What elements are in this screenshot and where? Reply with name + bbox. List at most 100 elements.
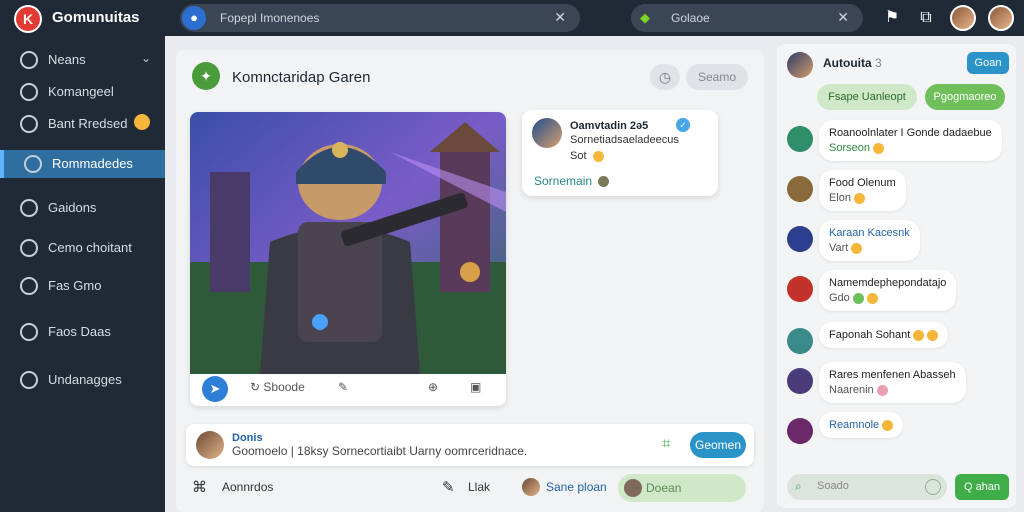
chevron-down-icon[interactable]: ⌄	[141, 51, 151, 65]
message-meta-text: Gdo	[829, 292, 850, 304]
share-action[interactable]: ↻ Sboode	[250, 380, 305, 394]
camera-icon[interactable]: ⌘	[192, 478, 207, 496]
post-actions: ➤ ↻ Sboode ✎ ⊕ ▣	[190, 374, 506, 406]
sidebar-item-label: Neans	[48, 52, 86, 67]
header-button[interactable]: Seamo	[686, 64, 748, 90]
share-icon[interactable]: ⧉	[914, 6, 938, 30]
user-avatar[interactable]	[950, 5, 976, 31]
message-meta: Sorseon	[829, 142, 992, 154]
message-text-content: Reamnole	[829, 419, 880, 431]
chat-input[interactable]: ⌕ Soado	[787, 474, 947, 500]
main-panel: ✦ Komnctaridap Garen ◷ Seamo ➤ ↻ Sboode …	[176, 50, 764, 512]
emoji-icon	[854, 192, 866, 204]
message-bubble: Roanoolnlater I Gonde dadaebue Sorseon	[819, 120, 1002, 161]
emoji-picker-icon[interactable]	[925, 479, 941, 495]
avatar	[522, 478, 540, 496]
chat-top-button[interactable]: Goan	[967, 52, 1009, 74]
bottom-left-label[interactable]: Aonnrdos	[222, 480, 273, 494]
notifications-icon[interactable]: ⚑	[880, 6, 904, 30]
avatar	[787, 126, 813, 152]
avatar	[196, 431, 224, 459]
sidebar-item-label: Gaidons	[48, 200, 97, 215]
avatar	[787, 176, 813, 202]
sidebar-item-bant-rredsed[interactable]: Bant Rredsed	[0, 110, 165, 138]
profile-avatar[interactable]	[988, 5, 1014, 31]
comment-meta: Sot	[570, 150, 604, 162]
leaf-icon	[20, 51, 38, 69]
feed-icon	[20, 83, 38, 101]
like-label[interactable]: Llak	[468, 480, 490, 494]
sidebar-item-undanagges[interactable]: Undanagges	[0, 366, 165, 394]
clock-icon[interactable]: ◷	[650, 64, 680, 90]
clear-search-icon[interactable]: ✕	[554, 9, 566, 26]
chat-panel: Autouita 3 Goan Fsape Uanleopt Pgogmaore…	[777, 44, 1016, 508]
status-pill[interactable]: Doean	[618, 474, 746, 502]
message-bubble: Namemdephepondatajo Gdo	[819, 270, 957, 311]
message-text: Faponah Sohant	[829, 329, 939, 341]
app-logo[interactable]: K	[14, 5, 42, 33]
comment-link[interactable]: Sornemain	[534, 174, 610, 188]
post-image[interactable]	[190, 112, 506, 374]
message-text: Rares menfenen Abasseh	[829, 369, 956, 381]
zoom-icon[interactable]: ⊕	[428, 380, 438, 394]
search-input[interactable]: Fopepl Imonenoes	[220, 11, 319, 25]
message-meta-text: Sorseon	[829, 142, 870, 154]
send-button[interactable]: Q ahan	[955, 474, 1009, 500]
image-icon[interactable]: ▣	[470, 380, 481, 394]
comment-card[interactable]: Oamvtadin 2ə5 ✓ Sornetiadsaeladeecus Sot…	[522, 110, 718, 196]
inbox-icon	[24, 155, 42, 173]
avatar	[787, 276, 813, 302]
post-button[interactable]: Geomen	[690, 432, 746, 458]
sidebar-item-label: Komangeel	[48, 84, 114, 99]
app-title: Gomunuitas	[52, 9, 140, 26]
chip-button[interactable]: Fsape Uanleopt	[817, 84, 917, 110]
sidebar-item-komangeel[interactable]: Komangeel	[0, 78, 165, 106]
sidebar-item-label: Bant Rredsed	[48, 116, 128, 131]
emoji-icon	[913, 329, 925, 341]
avatar[interactable]	[787, 52, 813, 78]
sidebar-item-faos-daas[interactable]: Faos Daas	[0, 318, 165, 346]
edit-icon[interactable]: ✎	[338, 380, 348, 394]
sidebar-item-rommadedes[interactable]: Rommadedes	[0, 150, 165, 178]
comment-link-label: Sornemain	[534, 174, 593, 188]
message-bubble: Reamnole	[819, 412, 904, 438]
emoji-icon	[852, 292, 864, 304]
community-icon: ✦	[192, 62, 220, 90]
comment-author[interactable]: Oamvtadin 2ə5	[570, 120, 648, 132]
chat-title: Autouita 3	[823, 56, 882, 70]
message-bubble: Karaan Kacesnk Vart	[819, 220, 920, 261]
secondary-search-input[interactable]: Golaoe	[671, 11, 710, 25]
emoji-icon	[134, 114, 150, 130]
attach-icon[interactable]: ⌗	[662, 435, 670, 452]
secondary-search-bar[interactable]: ◆ Golaoe ✕	[631, 4, 863, 32]
emoji-icon	[851, 242, 863, 254]
search-bar[interactable]: ● Fopepl Imonenoes ✕	[180, 4, 580, 32]
chat-title-text: Autouita	[823, 56, 872, 70]
sidebar: Neans ⌄ Komangeel Bant Rredsed Rommadede…	[0, 36, 165, 512]
edit-icon[interactable]: ✎	[442, 478, 455, 496]
message-text: Reamnole	[829, 419, 894, 431]
comment-composer[interactable]: Donis Goomoelo | 18ksy Sornecortiaibt Ua…	[186, 424, 754, 466]
sidebar-item-label: Faos Daas	[48, 324, 111, 339]
avatar	[787, 368, 813, 394]
chat-title-badge: 3	[875, 56, 882, 70]
sidebar-item-gaidons[interactable]: Gaidons	[0, 194, 165, 222]
person-icon	[20, 277, 38, 295]
sidebar-item-cemo-choitant[interactable]: Cemo choitant	[0, 234, 165, 262]
send-icon[interactable]: ➤	[202, 376, 228, 402]
composer-input[interactable]: Goomoelo | 18ksy Sornecortiaibt Uarny oo…	[232, 444, 527, 458]
sidebar-item-neans[interactable]: Neans ⌄	[0, 46, 165, 74]
chip-button[interactable]: Pgogmaoreo	[925, 84, 1005, 110]
avatar	[787, 328, 813, 354]
message-meta: Naarenin	[829, 384, 956, 396]
sidebar-item-fas-gmo[interactable]: Fas Gmo	[0, 272, 165, 300]
clear-secondary-search-icon[interactable]: ✕	[837, 9, 849, 26]
avatar[interactable]	[532, 118, 562, 148]
sidebar-item-label: Rommadedes	[52, 156, 133, 171]
sidebar-item-label: Cemo choitant	[48, 240, 132, 255]
settings-icon	[20, 371, 38, 389]
message-meta: Elon	[829, 192, 896, 204]
message-text: Namemdephepondatajo	[829, 277, 947, 289]
bookmark-icon	[20, 115, 38, 133]
user-link[interactable]: Sane ploan	[546, 480, 607, 494]
